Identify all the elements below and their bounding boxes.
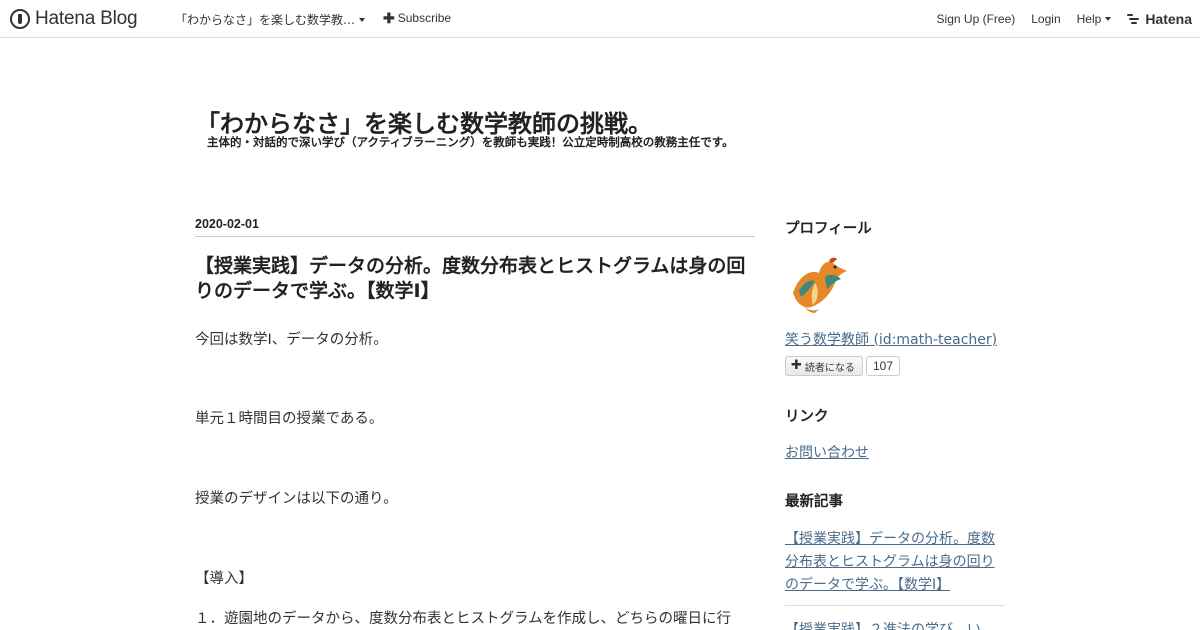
help-label: Help bbox=[1076, 12, 1102, 26]
recent-divider bbox=[785, 605, 1005, 606]
subscribe-label: Subscribe bbox=[397, 11, 452, 25]
help-dropdown[interactable]: Help bbox=[1077, 12, 1112, 26]
blog-description: 主体的・対話的で深い学び（アクティブラーニング）を教師も実践！公立定時制高校の教… bbox=[207, 135, 734, 149]
recent-post-link[interactable]: 【授業実践】データの分析。度数分布表とヒストグラムは身の回りのデータで学ぶ。【数… bbox=[785, 528, 1005, 597]
entry-paragraph: 授業のデザインは以下の通り。 bbox=[195, 491, 398, 507]
hatena-blog-logo[interactable]: Hatena Blog bbox=[10, 7, 138, 31]
reader-count-badge[interactable]: 107 bbox=[866, 356, 901, 376]
blog-menu-dropdown[interactable]: 「わからなさ」を楽しむ数学教… bbox=[175, 11, 366, 28]
profile-name-link[interactable]: 笑う数学教師 (id:math-teacher) bbox=[785, 329, 997, 349]
logo-text: Hatena Blog bbox=[35, 8, 138, 29]
hatena-blog-logo-icon bbox=[10, 9, 30, 29]
caret-down-icon bbox=[359, 17, 366, 22]
date-divider bbox=[195, 236, 755, 237]
subscribe-button[interactable]: ✚ Subscribe bbox=[383, 11, 451, 25]
contact-link[interactable]: お問い合わせ bbox=[785, 442, 869, 462]
entry-title[interactable]: 【授業実践】データの分析。度数分布表とヒストグラムは身の回りのデータで学ぶ。【数… bbox=[195, 254, 760, 304]
entry-paragraph: 今回は数学Ⅰ、データの分析。 bbox=[195, 332, 388, 348]
signup-link[interactable]: Sign Up (Free) bbox=[937, 12, 1016, 26]
entry-paragraph: 単元１時間目の授業である。 bbox=[195, 411, 384, 427]
global-header: Hatena Blog 「わからなさ」を楽しむ数学教… ✚ Subscribe … bbox=[0, 0, 1200, 38]
blog-menu-label: 「わからなさ」を楽しむ数学教… bbox=[175, 13, 356, 27]
header-right-nav: Sign Up (Free) Login Help Hatena bbox=[921, 11, 1192, 27]
entry-paragraph: １．遊園地のデータから、度数分布表とヒストグラムを作成し、どちらの曜日に行 bbox=[195, 611, 732, 627]
recent-post-link[interactable]: 【授業実践】２進法の学び、い bbox=[785, 619, 981, 630]
links-heading: リンク bbox=[785, 409, 829, 425]
entry-paragraph: 【導入】 bbox=[195, 571, 253, 587]
subscribe-reader-button[interactable]: ✚ 読者になる bbox=[785, 356, 863, 376]
hatena-label: Hatena bbox=[1145, 11, 1192, 27]
reader-button-label: 読者になる bbox=[804, 362, 855, 374]
hatena-mark-icon bbox=[1127, 13, 1141, 25]
hatena-link[interactable]: Hatena bbox=[1127, 11, 1192, 27]
plus-icon: ✚ bbox=[383, 10, 395, 26]
login-link[interactable]: Login bbox=[1031, 12, 1060, 26]
recent-posts-heading: 最新記事 bbox=[785, 494, 843, 510]
plus-icon: ✚ bbox=[791, 358, 802, 373]
dragon-avatar-image[interactable] bbox=[785, 253, 853, 315]
caret-down-icon bbox=[1105, 17, 1112, 21]
profile-heading: プロフィール bbox=[785, 221, 872, 237]
entry-date[interactable]: 2020-02-01 bbox=[195, 217, 259, 231]
